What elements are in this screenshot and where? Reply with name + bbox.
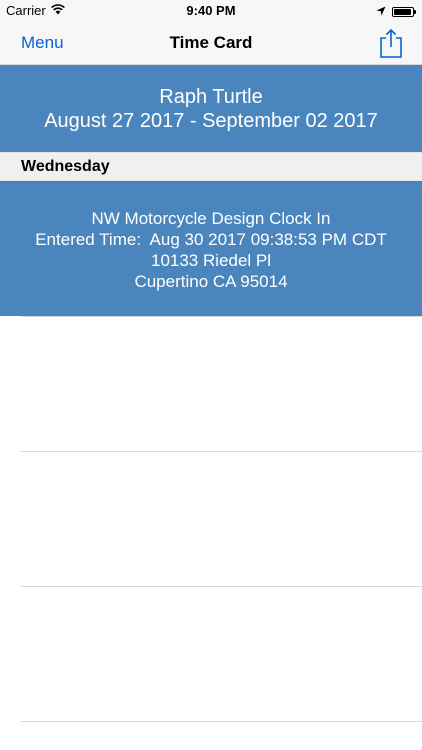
entry-event-label: NW Motorcycle Design Clock In: [91, 209, 331, 228]
empty-row-separator: [21, 316, 422, 317]
page-title: Time Card: [169, 33, 253, 52]
battery-icon: [392, 6, 416, 17]
entry-time-label: Entered Time: Aug 30 2017 09:38:53 PM CD…: [35, 230, 387, 249]
navigation-bar: Menu Time Card: [0, 22, 422, 65]
location-arrow-icon: [376, 4, 386, 19]
status-bar: Carrier 9:40 PM: [0, 0, 422, 22]
entry-address-street: 10133 Riedel Pl: [150, 251, 272, 270]
day-section-title: Wednesday: [21, 158, 110, 175]
share-icon: [378, 28, 404, 62]
empty-row-separator: [21, 451, 422, 452]
empty-row-separator: [21, 721, 422, 722]
status-time: 9:40 PM: [186, 3, 236, 18]
timecard-header: Raph Turtle August 27 2017 - September 0…: [0, 65, 422, 152]
employee-name: Raph Turtle: [159, 86, 263, 108]
battery-level: [394, 8, 412, 15]
day-section-header: Wednesday: [0, 152, 422, 181]
time-entry-row[interactable]: NW Motorcycle Design Clock In Entered Ti…: [0, 181, 422, 316]
empty-row-separator: [21, 586, 422, 587]
date-range: August 27 2017 - September 02 2017: [44, 110, 378, 132]
time-entry-content: NW Motorcycle Design Clock In Entered Ti…: [0, 181, 422, 292]
entry-address-city: Cupertino CA 95014: [134, 272, 288, 291]
share-button[interactable]: [378, 28, 404, 58]
status-right: [376, 4, 416, 19]
